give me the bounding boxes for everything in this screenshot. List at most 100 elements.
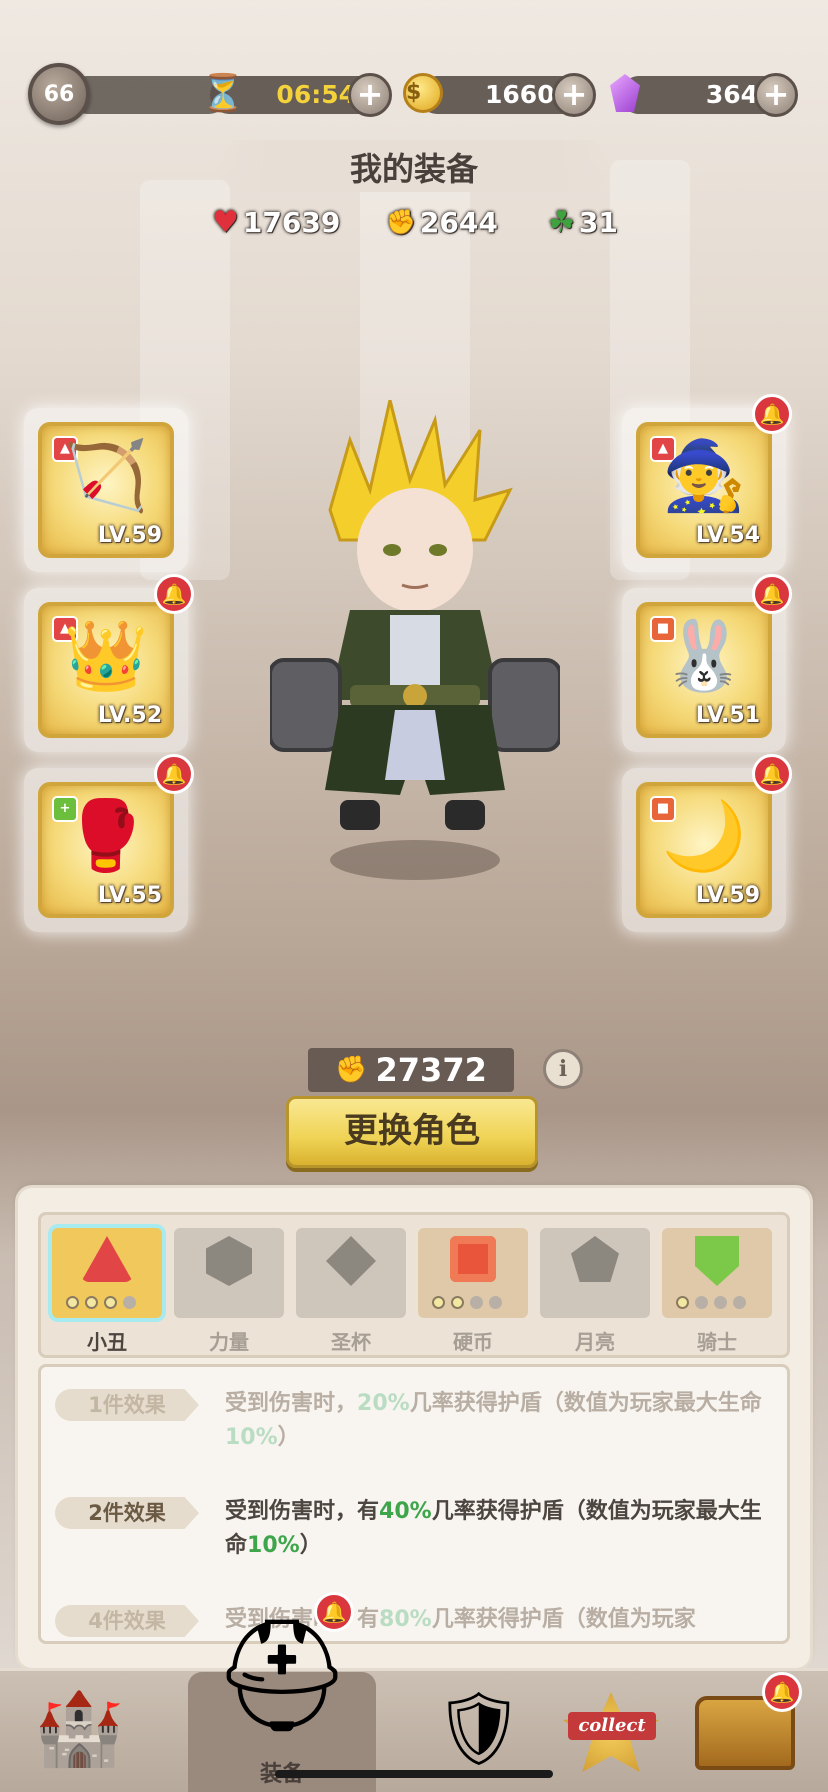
hero-belt-buckle xyxy=(403,684,427,708)
progress-dot xyxy=(85,1296,98,1309)
hero-character[interactable] xyxy=(270,400,560,870)
effect-tier-label: 4件效果 xyxy=(55,1605,199,1637)
combat-power-value: 27372 xyxy=(375,1051,487,1089)
equip-slot-gauntlet[interactable]: + 🥊 LV.55 🔔 xyxy=(24,754,194,932)
energy-timer: 06:54 xyxy=(276,80,356,109)
clown-set-icon xyxy=(52,1236,162,1294)
item-level: LV.54 xyxy=(695,523,760,548)
moon-earring-icon: 🌙 xyxy=(661,797,747,876)
clover-icon: ☘ xyxy=(548,204,575,240)
hero-right-boot xyxy=(445,800,485,830)
bell-alert-icon: 🔔 xyxy=(762,1672,802,1712)
player-stats: ♥ 17639 ✊ 2644 ☘ 31 xyxy=(0,200,828,244)
effect-tier-label: 2件效果 xyxy=(55,1497,199,1529)
item-level: LV.55 xyxy=(97,883,162,908)
hero-right-gauntlet xyxy=(488,658,560,752)
bell-alert-icon: 🔔 xyxy=(752,394,792,434)
progress-dot xyxy=(714,1296,727,1309)
bell-alert-icon: 🔔 xyxy=(154,574,194,614)
slot-frame: ■ 🌙 LV.59 xyxy=(636,782,772,918)
item-level: LV.59 xyxy=(695,883,760,908)
castle-icon[interactable]: 🏰 xyxy=(24,1678,134,1788)
progress-dot xyxy=(489,1296,502,1309)
tab-set-coin[interactable]: 硬币 xyxy=(418,1228,528,1362)
hero-left-eye xyxy=(383,544,401,556)
slot-frame: + 🥊 LV.55 xyxy=(38,782,174,918)
progress-dot xyxy=(470,1296,483,1309)
equip-slot-earring[interactable]: ■ 🌙 LV.59 🔔 xyxy=(622,754,792,932)
equip-slot-crown[interactable]: ▲ 👑 LV.52 🔔 xyxy=(24,574,194,752)
add-energy-button[interactable]: + xyxy=(348,73,392,117)
info-button[interactable]: i xyxy=(543,1049,583,1089)
equip-slot-shoes[interactable]: ■ 🐰 LV.51 🔔 xyxy=(622,574,792,752)
crown-icon: 👑 xyxy=(63,617,149,696)
luck-value: 31 xyxy=(578,205,618,239)
crossbow-icon: 🏹 xyxy=(63,437,149,516)
wizard-hood-icon: 🧙 xyxy=(661,437,747,516)
progress-dot xyxy=(432,1296,445,1309)
tab-set-clown[interactable]: 小丑 xyxy=(52,1228,162,1362)
hero-left-gauntlet xyxy=(270,658,342,752)
fist-icon: ✊ xyxy=(335,1055,368,1085)
tab-label: 小丑 xyxy=(87,1330,127,1354)
hero-right-eye xyxy=(429,544,447,556)
player-level-badge[interactable]: 66 xyxy=(28,63,90,125)
resource-bar: 66 ⏳ 06:54 + $ 16606 + 364 + xyxy=(28,63,800,125)
equip-slot-weapon[interactable]: ▲ 🏹 LV.59 xyxy=(24,408,188,572)
effect-description: 受到伤害时，有40%几率获得护盾（数值为玩家最大生命10%） xyxy=(225,1499,762,1558)
tab-set-strength[interactable]: 力量 xyxy=(174,1228,284,1362)
slot-frame: ■ 🐰 LV.51 xyxy=(636,602,772,738)
tab-label: 硬币 xyxy=(453,1330,493,1354)
knight-set-icon xyxy=(662,1236,772,1298)
tab-set-knight[interactable]: 骑士 xyxy=(662,1228,772,1362)
hero-shirt xyxy=(390,615,440,695)
collect-ribbon: collect xyxy=(568,1712,656,1740)
item-level: LV.52 xyxy=(97,703,162,728)
set-progress-dots xyxy=(432,1296,502,1309)
tab-label: 月亮 xyxy=(575,1330,615,1354)
progress-dot xyxy=(66,1296,79,1309)
combat-power: ✊ 27372 xyxy=(308,1048,514,1092)
bell-alert-icon: 🔔 xyxy=(154,754,194,794)
health-value: 17639 xyxy=(242,205,341,239)
bell-alert-icon: 🔔 xyxy=(314,1592,354,1632)
luck-stat: ☘ 31 xyxy=(548,200,618,244)
fist-icon: ✊ xyxy=(386,208,416,236)
equip-slot-hood[interactable]: ▲ 🧙 LV.54 🔔 xyxy=(622,394,792,572)
effect-description: 受到伤害时，20%几率获得护盾（数值为玩家最大生命10%） xyxy=(225,1391,762,1450)
progress-dot xyxy=(733,1296,746,1309)
attack-value: 2644 xyxy=(419,205,498,239)
gem-count: 364 xyxy=(705,80,758,109)
grail-set-icon xyxy=(296,1236,406,1298)
slot-frame: ▲ 👑 LV.52 xyxy=(38,602,174,738)
hero-face xyxy=(357,488,473,612)
gold-coin-icon: $ xyxy=(398,68,448,118)
purple-gem-icon xyxy=(600,68,650,118)
effect-tier-label: 1件效果 xyxy=(55,1389,199,1421)
progress-dot xyxy=(451,1296,464,1309)
tab-set-grail[interactable]: 圣杯 xyxy=(296,1228,406,1362)
add-coins-button[interactable]: + xyxy=(552,73,596,117)
progress-dot xyxy=(695,1296,708,1309)
page-title: 我的装备 xyxy=(349,150,478,188)
strength-set-icon xyxy=(174,1236,284,1298)
bell-alert-icon: 🔔 xyxy=(752,574,792,614)
set-progress-dots xyxy=(676,1296,746,1309)
progress-dot xyxy=(676,1296,689,1309)
tab-label: 骑士 xyxy=(697,1330,737,1354)
set-progress-dots xyxy=(66,1296,136,1309)
attack-stat: ✊ 2644 xyxy=(386,200,498,244)
health-stat: ♥ 17639 xyxy=(212,200,340,244)
gauntlet-icon: 🥊 xyxy=(63,797,149,876)
item-level: LV.59 xyxy=(97,523,162,548)
moon-set-icon xyxy=(540,1236,650,1294)
hero-apron xyxy=(385,710,445,780)
slot-frame: ▲ 🧙 LV.54 xyxy=(636,422,772,558)
add-gems-button[interactable]: + xyxy=(754,73,798,117)
set-effects-list: 1件效果 受到伤害时，20%几率获得护盾（数值为玩家最大生命10%） 2件效果 … xyxy=(38,1364,790,1644)
tab-label: 圣杯 xyxy=(331,1330,371,1354)
progress-dot xyxy=(104,1296,117,1309)
change-character-button[interactable]: 更换角色 xyxy=(286,1096,538,1168)
tab-label: 力量 xyxy=(209,1330,249,1354)
tab-set-moon[interactable]: 月亮 xyxy=(540,1228,650,1362)
